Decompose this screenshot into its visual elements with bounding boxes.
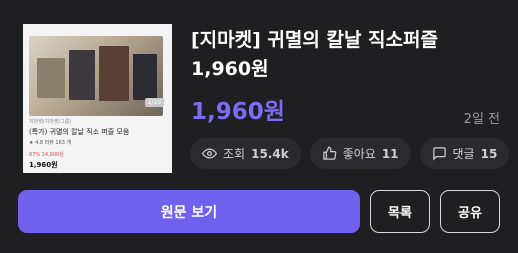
- comments-count: 15: [480, 146, 498, 161]
- product-price: 1,960원: [191, 99, 285, 125]
- views-count: 15.4k: [251, 146, 289, 161]
- list-button[interactable]: 목록: [370, 190, 430, 233]
- stats-row: 조회 15.4k 좋아요 11 댓글 15: [190, 138, 510, 169]
- comment-icon: [432, 147, 446, 161]
- share-button[interactable]: 공유: [440, 190, 500, 233]
- thumbs-up-icon: [322, 146, 337, 160]
- thumb-discount: 87% 14,900원: [29, 152, 64, 158]
- puzzle-box-image: [29, 36, 163, 116]
- like-button[interactable]: 좋아요 11: [309, 138, 411, 169]
- product-title[interactable]: [지마켓] 귀멸의 칼날 직소퍼즐 1,960원: [191, 26, 491, 84]
- product-thumbnail[interactable]: 1/10 지마켓(지마켓/그룹) (특가) 귀멸의 칼날 직소 퍼즐 모음 ★ …: [23, 24, 172, 173]
- image-count-badge: 1/10: [144, 98, 164, 107]
- likes-label: 좋아요: [342, 147, 376, 161]
- eye-icon: [202, 148, 217, 159]
- thumb-product-name: (특가) 귀멸의 칼날 직소 퍼즐 모음: [29, 128, 130, 136]
- thumb-rating: ★ 4.8 리뷰 163 개: [29, 140, 72, 146]
- likes-count: 11: [381, 146, 399, 161]
- thumb-seller: 지마켓(지마켓/그룹): [29, 119, 72, 125]
- views-label: 조회: [223, 147, 246, 161]
- posted-time: 2일 전: [463, 112, 500, 127]
- deal-card: 1/10 지마켓(지마켓/그룹) (특가) 귀멸의 칼날 직소 퍼즐 모음 ★ …: [0, 0, 518, 253]
- views-chip: 조회 15.4k: [190, 138, 301, 169]
- comments-button[interactable]: 댓글 15: [419, 138, 510, 169]
- view-original-button[interactable]: 원문 보기: [18, 190, 360, 233]
- thumb-price: 1,960원: [29, 161, 58, 169]
- comments-label: 댓글: [452, 147, 475, 161]
